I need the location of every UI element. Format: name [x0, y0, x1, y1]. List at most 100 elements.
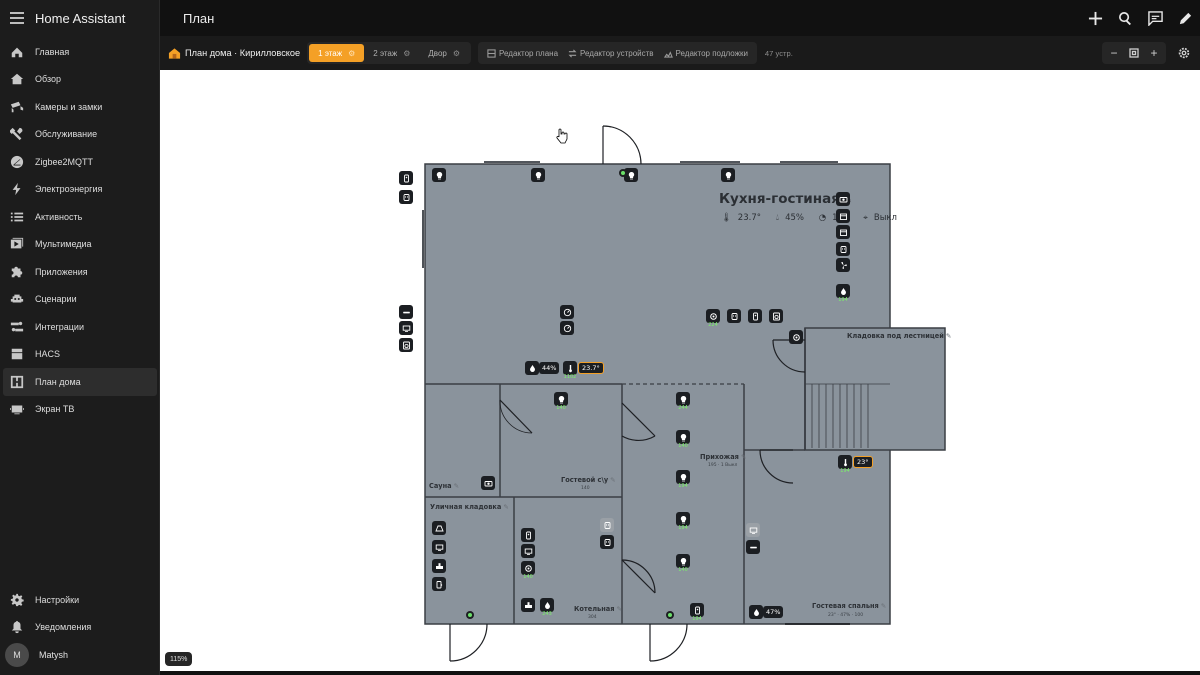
device-gauge[interactable]: [560, 321, 574, 335]
device-sensor[interactable]: [399, 171, 413, 185]
tab-floor-1[interactable]: 1 этаж ⚙: [309, 44, 365, 62]
sidebar-item-hacs[interactable]: HACS: [0, 341, 160, 369]
device-calendar[interactable]: [836, 225, 850, 239]
gear-icon[interactable]: ⚙: [348, 49, 355, 58]
gear-icon[interactable]: [1177, 46, 1191, 60]
device-bulb[interactable]: [721, 168, 735, 182]
device-camera[interactable]: [481, 476, 495, 490]
device-bulb[interactable]: 244: [676, 392, 690, 411]
edit-dashboard-button[interactable]: [1170, 3, 1200, 33]
sidebar: Home Assistant Главная Обзор Камеры и замк…: [0, 0, 160, 675]
door-sensor-dot[interactable]: [666, 611, 674, 619]
sidebar-item-lightning[interactable]: Электроэнергия: [0, 176, 160, 204]
device-battery[interactable]: [432, 577, 446, 591]
device-fan[interactable]: [836, 258, 850, 272]
device-droplet[interactable]: [525, 361, 539, 375]
device-washer[interactable]: [769, 309, 783, 323]
device-washer[interactable]: [399, 338, 413, 352]
gear-icon[interactable]: ⚙: [453, 49, 460, 58]
device-droplet[interactable]: 194: [836, 284, 850, 303]
device-bulb[interactable]: 140: [554, 392, 568, 411]
device-pump[interactable]: [521, 598, 535, 612]
sidebar-item-tools[interactable]: Обслуживание: [0, 121, 160, 149]
device-plug[interactable]: [727, 309, 741, 323]
device-droplet[interactable]: 243: [540, 598, 554, 617]
device-tv[interactable]: [746, 523, 760, 537]
plan-editor-button[interactable]: Редактор плана: [482, 44, 563, 62]
room-title-kitchen[interactable]: Кухня-гостиная✎: [719, 191, 852, 207]
assist-button[interactable]: [1140, 3, 1170, 33]
room-label-street-storage[interactable]: Уличная кладовка ✎: [430, 503, 509, 511]
background-editor-button[interactable]: Редактор подложки: [659, 44, 753, 62]
device-speaker[interactable]: 224: [706, 309, 720, 328]
door-sensor-dot[interactable]: [466, 611, 474, 619]
device-plug[interactable]: [836, 242, 850, 256]
device-bulb[interactable]: [531, 168, 545, 182]
device-thermometer[interactable]: 194: [838, 455, 852, 474]
humidity-badge[interactable]: 44%: [539, 362, 560, 374]
sidebar-item-tv[interactable]: Экран ТВ: [0, 396, 160, 424]
menu-icon[interactable]: [10, 12, 24, 24]
fit-button[interactable]: [1124, 43, 1144, 63]
room-label-boiler[interactable]: Котельная ✎: [574, 605, 622, 613]
sidebar-user[interactable]: M Matysh: [0, 643, 68, 667]
temperature-badge[interactable]: 23.7°: [578, 362, 604, 374]
gear-icon[interactable]: ⚙: [403, 49, 410, 58]
room-label-guest-wc[interactable]: Гостевой с\у ✎: [561, 476, 616, 484]
device-hood[interactable]: [432, 521, 446, 535]
device-tv[interactable]: [521, 544, 535, 558]
device-sensor[interactable]: [521, 528, 535, 542]
device-sensor[interactable]: [748, 309, 762, 323]
device-plug[interactable]: [600, 518, 614, 532]
device-bar-light[interactable]: [746, 540, 760, 554]
device-bulb[interactable]: 194: [676, 470, 690, 489]
search-button[interactable]: [1110, 3, 1140, 33]
device-plug[interactable]: [600, 535, 614, 549]
device-sensor[interactable]: 194: [690, 603, 704, 622]
device-camera[interactable]: [836, 192, 850, 206]
sidebar-item-puzzle[interactable]: Приложения: [0, 258, 160, 286]
sidebar-item-list[interactable]: Активность: [0, 203, 160, 231]
device-thermometer[interactable]: 1102: [563, 361, 577, 380]
device-speaker[interactable]: [789, 330, 803, 344]
device-bulb[interactable]: 194: [676, 512, 690, 531]
sidebar-item-gear[interactable]: Настройки: [0, 586, 160, 614]
temperature-badge[interactable]: 23°: [853, 456, 873, 468]
device-bulb[interactable]: 140: [676, 554, 690, 573]
sidebar-item-integrations[interactable]: Интеграции: [0, 313, 160, 341]
tab-floor-3[interactable]: Двор ⚙: [419, 44, 469, 62]
add-button[interactable]: [1080, 3, 1110, 33]
zoom-out-button[interactable]: −: [1104, 43, 1124, 63]
floorplan-canvas[interactable]: Кухня-гостиная✎ 🌡︎23.7° 💧︎45% ◔197 ⌖Выкл…: [160, 70, 1200, 671]
device-bar-light[interactable]: [399, 305, 413, 319]
sidebar-item-media[interactable]: Мультимедиа: [0, 231, 160, 259]
device-tv[interactable]: [432, 540, 446, 554]
sidebar-item-robot[interactable]: Сценарии: [0, 286, 160, 314]
humidity-badge[interactable]: 47%: [763, 606, 784, 618]
room-label-hallway[interactable]: Прихожая ✎: [700, 453, 746, 461]
device-plug[interactable]: [399, 190, 413, 204]
device-bulb[interactable]: 140: [676, 430, 690, 449]
sidebar-item-floorplan[interactable]: План дома: [3, 368, 157, 396]
device-droplet[interactable]: [749, 605, 763, 619]
device-calendar[interactable]: [836, 209, 850, 223]
tab-floor-2[interactable]: 2 этаж ⚙: [364, 44, 419, 62]
device-tv[interactable]: [399, 321, 413, 335]
zoom-in-button[interactable]: +: [1144, 43, 1164, 63]
room-label-sauna[interactable]: Сауна ✎: [429, 482, 459, 490]
device-editor-button[interactable]: Редактор устройств: [563, 44, 659, 62]
device-pump[interactable]: [432, 559, 446, 573]
device-speaker[interactable]: 140: [521, 561, 535, 580]
plan-name-label: План дома · Кирилловское: [185, 48, 301, 58]
device-gauge[interactable]: [560, 305, 574, 319]
door-sensor-dot[interactable]: [619, 169, 627, 177]
room-label-stair-storage[interactable]: Кладовка под лестницей ✎: [847, 332, 951, 340]
sidebar-item-bell[interactable]: Уведомления: [0, 614, 160, 642]
room-label-guest-bedroom[interactable]: Гостевая спальня ✎: [812, 602, 886, 610]
sidebar-item-house[interactable]: Обзор: [0, 66, 160, 94]
device-bulb[interactable]: [432, 168, 446, 182]
sidebar-item-home[interactable]: Главная: [0, 38, 160, 66]
sidebar-item-cctv[interactable]: Камеры и замки: [0, 93, 160, 121]
sidebar-item-zigbee[interactable]: Zigbee2MQTT: [0, 148, 160, 176]
plan-selector[interactable]: План дома · Кирилловское: [168, 47, 300, 59]
